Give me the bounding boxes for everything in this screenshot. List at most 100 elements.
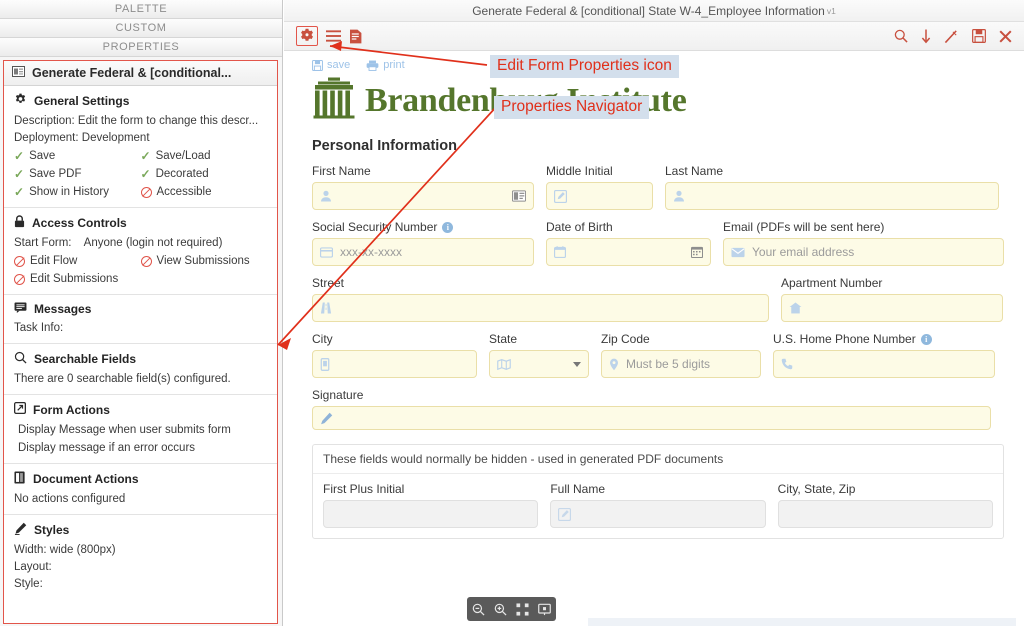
contact-card-icon[interactable] (512, 190, 526, 202)
date-of-birth-input[interactable] (546, 238, 711, 266)
flag-save-load-label: Save/Load (155, 150, 211, 162)
phone-icon (781, 358, 793, 370)
window-title-bar: Generate Federal & [conditional] State W… (284, 0, 1024, 22)
form-row: City State Zip Code Must be 5 digits U.S… (300, 322, 1016, 378)
wand-icon[interactable] (944, 29, 959, 44)
flag-accessible[interactable]: Accessible (140, 183, 268, 201)
field-state: State (489, 332, 589, 378)
signature-input[interactable] (312, 406, 991, 430)
hidden-fields-section: These fields would normally be hidden - … (312, 444, 1004, 539)
info-icon[interactable]: i (920, 333, 932, 345)
download-icon[interactable] (921, 29, 931, 44)
form-save-label: save (327, 59, 351, 71)
document-icon[interactable] (349, 29, 362, 44)
envelope-icon (731, 247, 745, 258)
message-icon (14, 302, 27, 316)
start-form-value: Anyone (login not required) (83, 237, 223, 249)
style-style-label: Style: (14, 578, 43, 590)
last-name-input[interactable] (665, 182, 999, 210)
social-security-number-placeholder: xxx-xx-xxxx (340, 245, 402, 259)
calendar-picker-icon[interactable] (691, 246, 703, 258)
start-form-row: Start Form: Anyone (login not required) (14, 235, 267, 252)
info-icon[interactable]: i (442, 221, 454, 233)
sidebar-tab-custom[interactable]: CUSTOM (0, 19, 282, 38)
zip-code-input[interactable]: Must be 5 digits (601, 350, 761, 378)
middle-initial-label: Middle Initial (546, 164, 613, 178)
deployment-row: Deployment: Development (14, 130, 267, 147)
pencil-icon (14, 522, 27, 538)
floppy-icon (312, 59, 323, 71)
chevron-down-icon[interactable] (573, 361, 581, 367)
first-name-input[interactable] (312, 182, 534, 210)
section-general-settings: General Settings Description: Edit the f… (4, 86, 277, 208)
first-plus-initial-input[interactable] (323, 500, 539, 528)
state-select[interactable] (489, 350, 589, 378)
form-print-label: print (383, 59, 405, 71)
section-document-actions: Document Actions No actions configured (4, 464, 277, 515)
description-value: Edit the form to change this descr... (77, 115, 259, 127)
street-input[interactable] (312, 294, 769, 322)
form-row: Signature (300, 378, 1016, 430)
flag-accessible-label: Accessible (156, 186, 212, 198)
map-pin-icon (609, 358, 619, 371)
form-print-link[interactable]: print (366, 59, 405, 71)
flag-edit-submissions[interactable]: Edit Submissions (14, 270, 141, 288)
flag-view-submissions[interactable]: View Submissions (140, 252, 268, 270)
flag-save-pdf[interactable]: ✓ Save PDF (14, 165, 141, 183)
zoom-in-icon[interactable] (494, 603, 507, 616)
form-actions-heading: Form Actions (13, 401, 267, 417)
flag-edit-flow[interactable]: Edit Flow (14, 252, 141, 270)
external-link-icon (13, 401, 27, 417)
printer-icon (366, 60, 379, 71)
present-icon[interactable] (538, 603, 552, 616)
form-action-item[interactable]: Display message if an error occurs (14, 439, 267, 457)
field-middle-initial: Middle Initial (546, 164, 653, 210)
properties-navigator-icon[interactable] (326, 29, 341, 43)
form-save-link[interactable]: save (312, 59, 350, 71)
edit-form-properties-icon[interactable] (296, 26, 318, 46)
apartment-number-input[interactable] (781, 294, 1003, 322)
description-row: Description: Edit the form to change thi… (14, 113, 267, 130)
access-controls-heading: Access Controls (14, 215, 267, 231)
signature-label: Signature (312, 388, 364, 402)
save-icon[interactable] (972, 29, 986, 43)
flag-show-in-history[interactable]: ✓ Show in History (14, 183, 141, 201)
flag-save[interactable]: ✓ Save (14, 147, 141, 165)
style-width-label: Width: (14, 544, 47, 556)
zoom-out-icon[interactable] (472, 603, 485, 616)
field-social-security-number: Social Security Number i xxx-xx-xxxx (312, 220, 534, 266)
page-title: Generate Federal & [conditional] State W… (472, 3, 825, 18)
us-home-phone-number-input[interactable] (773, 350, 995, 378)
flag-save-load[interactable]: ✓ Save/Load (141, 147, 268, 165)
form-canvas: save print Brandenburg Personal Informat… (284, 51, 1024, 626)
close-icon[interactable] (999, 29, 1012, 43)
flag-edit-submissions-label: Edit Submissions (30, 273, 119, 285)
city-state-zip-input[interactable] (777, 500, 993, 528)
check-icon: ✓ (140, 167, 151, 181)
edit-pencil-icon (554, 189, 567, 203)
sidebar-tab-properties[interactable]: PROPERTIES (0, 38, 282, 57)
person-icon (320, 190, 332, 202)
searchable-fields-text: There are 0 searchable field(s) configur… (14, 373, 231, 385)
field-email: Email (PDFs will be sent here) Your emai… (723, 220, 1004, 266)
brandenburg-gate-icon (312, 77, 356, 124)
email-label: Email (PDFs will be sent here) (723, 220, 885, 234)
horizontal-scroll-strip[interactable] (588, 618, 1016, 626)
fit-screen-icon[interactable] (516, 602, 529, 616)
annotation-edit-form-properties: Edit Form Properties icon (490, 55, 679, 78)
city-input[interactable] (312, 350, 477, 378)
email-placeholder: Your email address (752, 245, 855, 259)
middle-initial-input[interactable] (546, 182, 653, 210)
style-row-style: Style: (14, 576, 267, 593)
form-action-item[interactable]: Display Message when user submits form (14, 421, 267, 439)
sidebar-tab-palette[interactable]: PALETTE (0, 0, 282, 19)
full-name-input[interactable] (550, 500, 766, 528)
search-icon[interactable] (894, 29, 908, 43)
field-city: City (312, 332, 477, 378)
social-security-number-input[interactable]: xxx-xx-xxxx (312, 238, 534, 266)
style-width-value: wide (800px) (49, 544, 116, 556)
deployment-value: Development (81, 132, 150, 144)
email-input[interactable]: Your email address (723, 238, 1004, 266)
flag-decorated[interactable]: ✓ Decorated (141, 165, 268, 183)
disabled-icon (14, 255, 25, 267)
